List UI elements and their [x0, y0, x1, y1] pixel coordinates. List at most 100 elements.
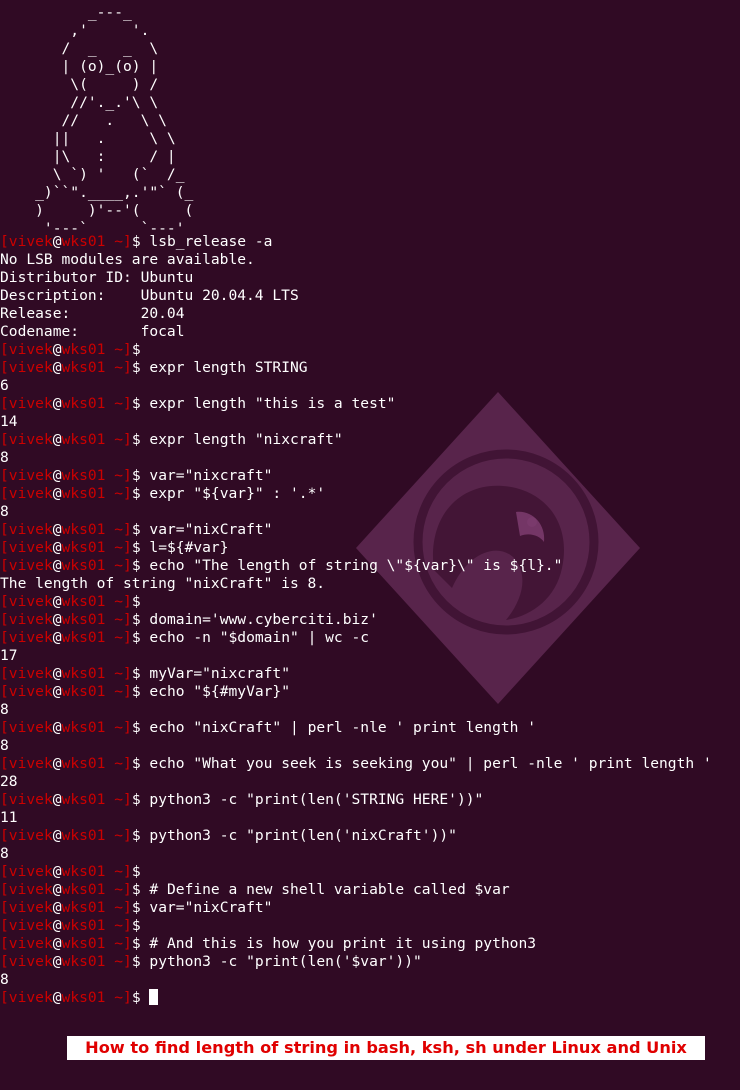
prompt-close-bracket: ]: [123, 611, 132, 628]
prompt-host: wks01: [61, 539, 106, 556]
command-text: # Define a new shell variable called $va…: [149, 881, 510, 898]
output-text: 6: [0, 377, 9, 394]
prompt-at-sign: @: [52, 755, 62, 772]
prompt-at-sign: @: [52, 827, 62, 844]
prompt-directory: ~: [105, 953, 124, 970]
prompt-directory: ~: [105, 791, 124, 808]
prompt-line: [vivek@wks01 ~]$ echo "The length of str…: [0, 557, 712, 575]
output-line: 8: [0, 701, 712, 719]
output-text: 8: [0, 701, 9, 718]
prompt-host: wks01: [61, 359, 106, 376]
prompt-line: [vivek@wks01 ~]$ var="nixCraft": [0, 521, 712, 539]
prompt-directory: ~: [105, 233, 124, 250]
prompt-directory: ~: [105, 989, 124, 1006]
prompt-dollar: $: [131, 683, 150, 700]
prompt-open-bracket: [: [0, 881, 9, 898]
prompt-line: [vivek@wks01 ~]$ echo "${#myVar}": [0, 683, 712, 701]
prompt-dollar: $: [131, 557, 150, 574]
prompt-dollar: $: [131, 431, 150, 448]
prompt-dollar: $: [131, 521, 150, 538]
prompt-line: [vivek@wks01 ~]$: [0, 593, 712, 611]
prompt-directory: ~: [105, 395, 124, 412]
text-cursor[interactable]: [149, 989, 159, 1005]
prompt-close-bracket: ]: [123, 341, 132, 358]
prompt-directory: ~: [105, 935, 124, 952]
prompt-host: wks01: [61, 881, 106, 898]
prompt-line: [vivek@wks01 ~]$: [0, 863, 712, 881]
prompt-host: wks01: [61, 683, 106, 700]
prompt-user: vivek: [8, 395, 53, 412]
prompt-directory: ~: [105, 863, 124, 880]
caption-banner: How to find length of string in bash, ks…: [67, 1036, 705, 1060]
prompt-directory: ~: [105, 611, 124, 628]
command-text: # And this is how you print it using pyt…: [149, 935, 537, 952]
output-line: 28: [0, 773, 712, 791]
prompt-open-bracket: [: [0, 539, 9, 556]
output-text: Distributor ID: Ubuntu: [0, 269, 194, 286]
prompt-dollar: $: [131, 539, 150, 556]
prompt-at-sign: @: [52, 953, 62, 970]
ascii-art-line: _)``".____,.'"` (_: [0, 184, 194, 201]
command-text: expr length STRING: [149, 359, 308, 376]
prompt-close-bracket: ]: [123, 953, 132, 970]
terminal-window[interactable]: _---_ ,' '. / _ _ \ | (o)_(o) | \( ) / /…: [0, 0, 740, 1090]
prompt-at-sign: @: [52, 791, 62, 808]
output-line: No LSB modules are available.: [0, 251, 712, 269]
prompt-close-bracket: ]: [123, 881, 132, 898]
prompt-user: vivek: [8, 935, 53, 952]
output-line: Codename: focal: [0, 323, 712, 341]
output-line: 8: [0, 845, 712, 863]
prompt-dollar: $: [131, 359, 150, 376]
prompt-open-bracket: [: [0, 683, 9, 700]
prompt-directory: ~: [105, 431, 124, 448]
output-line: 8: [0, 971, 712, 989]
prompt-line: [vivek@wks01 ~]$ var="nixCraft": [0, 899, 712, 917]
prompt-user: vivek: [8, 899, 53, 916]
prompt-open-bracket: [: [0, 899, 9, 916]
prompt-dollar: $: [131, 395, 150, 412]
prompt-close-bracket: ]: [123, 431, 132, 448]
output-line: 8: [0, 737, 712, 755]
output-line: 6: [0, 377, 712, 395]
prompt-host: wks01: [61, 917, 106, 934]
ascii-art-line: / _ _ \: [0, 40, 159, 57]
prompt-dollar: $: [131, 665, 150, 682]
prompt-open-bracket: [: [0, 665, 9, 682]
output-line: Description: Ubuntu 20.04.4 LTS: [0, 287, 712, 305]
prompt-open-bracket: [: [0, 935, 9, 952]
prompt-close-bracket: ]: [123, 485, 132, 502]
ascii-art-line: |\ : / |: [0, 148, 176, 165]
prompt-open-bracket: [: [0, 953, 9, 970]
prompt-line: [vivek@wks01 ~]$ echo "What you seek is …: [0, 755, 712, 773]
prompt-close-bracket: ]: [123, 395, 132, 412]
output-text: Codename: focal: [0, 323, 185, 340]
prompt-host: wks01: [61, 485, 106, 502]
prompt-line: [vivek@wks01 ~]$ echo -n "$domain" | wc …: [0, 629, 712, 647]
prompt-host: wks01: [61, 791, 106, 808]
prompt-at-sign: @: [52, 521, 62, 538]
prompt-user: vivek: [8, 341, 53, 358]
prompt-open-bracket: [: [0, 395, 9, 412]
prompt-open-bracket: [: [0, 359, 9, 376]
prompt-user: vivek: [8, 953, 53, 970]
command-text: var="nixCraft": [149, 899, 273, 916]
prompt-directory: ~: [105, 755, 124, 772]
prompt-user: vivek: [8, 683, 53, 700]
output-text: 8: [0, 971, 9, 988]
output-line: 11: [0, 809, 712, 827]
prompt-close-bracket: ]: [123, 521, 132, 538]
prompt-close-bracket: ]: [123, 557, 132, 574]
prompt-close-bracket: ]: [123, 359, 132, 376]
prompt-user: vivek: [8, 539, 53, 556]
prompt-line: [vivek@wks01 ~]$ expr length "nixcraft": [0, 431, 712, 449]
output-line: Release: 20.04: [0, 305, 712, 323]
prompt-user: vivek: [8, 485, 53, 502]
prompt-at-sign: @: [52, 431, 62, 448]
prompt-open-bracket: [: [0, 989, 9, 1006]
prompt-close-bracket: ]: [123, 629, 132, 646]
prompt-open-bracket: [: [0, 629, 9, 646]
prompt-directory: ~: [105, 899, 124, 916]
prompt-at-sign: @: [52, 233, 62, 250]
prompt-open-bracket: [: [0, 593, 9, 610]
prompt-dollar: $: [131, 611, 150, 628]
